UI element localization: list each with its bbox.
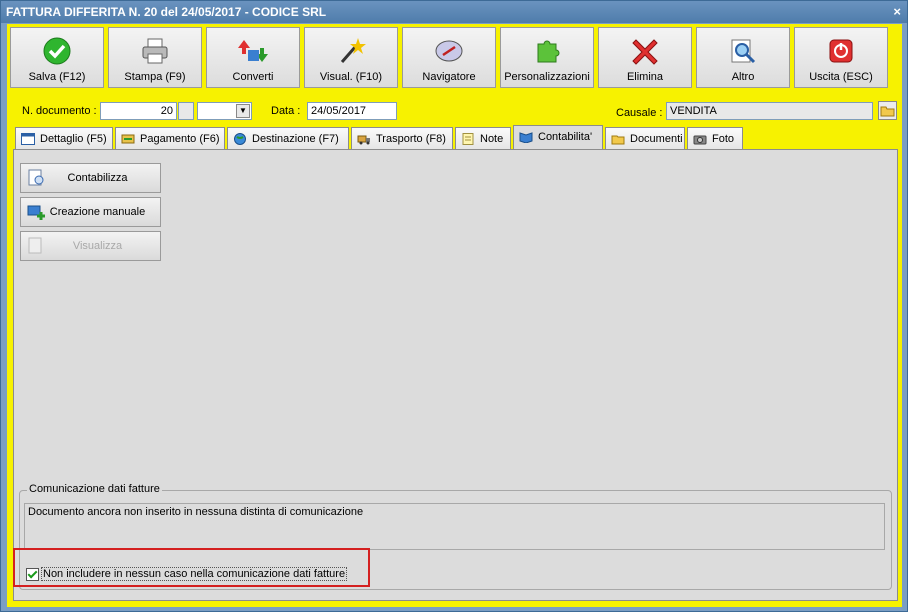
date-field[interactable]: 24/05/2017 (307, 102, 397, 120)
convert-icon (238, 40, 268, 62)
tab-label: Note (480, 133, 504, 145)
customizations-button-label: Personalizzazioni (504, 71, 590, 83)
tab-note[interactable]: Note (455, 127, 511, 149)
tab-pagamento[interactable]: Pagamento (F6) (115, 127, 225, 149)
contabilizza-label: Contabilizza (67, 172, 128, 184)
highlight-box (13, 548, 370, 587)
tab-destinazione[interactable]: Destinazione (F7) (227, 127, 349, 149)
tab-dettaglio[interactable]: Dettaglio (F5) (15, 127, 113, 149)
visual-button-label: Visual. (F10) (319, 71, 383, 83)
camera-icon (693, 135, 707, 145)
print-button[interactable]: Stampa (F9) (108, 27, 202, 88)
delete-button-label: Elimina (626, 71, 664, 83)
globe-icon (234, 133, 246, 145)
causale-label: Causale : (616, 107, 663, 119)
exit-button-label: Uscita (ESC) (809, 71, 873, 83)
toolbar: Salva (F12) Stampa (F9) Converti Visual.… (10, 27, 897, 89)
truck-icon (357, 135, 370, 145)
exit-icon (829, 39, 853, 63)
magic-wand-icon (340, 38, 366, 63)
check-icon (43, 37, 71, 65)
doc-number-button[interactable] (178, 102, 194, 120)
creazione-manuale-label: Creazione manuale (49, 206, 146, 218)
tab-label: Pagamento (F6) (140, 133, 220, 145)
print-button-label: Stampa (F9) (124, 71, 186, 83)
navigator-button[interactable]: Navigatore (402, 27, 496, 88)
contabilizza-button[interactable]: Contabilizza (20, 163, 161, 193)
tab-bar: Dettaglio (F5) Pagamento (F6) Destinazio… (15, 125, 895, 149)
other-button[interactable]: Altro (696, 27, 790, 88)
comunicazione-group-title: Comunicazione dati fatture (27, 483, 162, 495)
note-icon (462, 133, 474, 145)
tab-contabilita[interactable]: Contabilita' (513, 125, 603, 149)
other-button-label: Altro (731, 71, 755, 83)
accounting-doc-icon (28, 169, 44, 186)
save-button[interactable]: Salva (F12) (10, 27, 104, 88)
tab-trasporto[interactable]: Trasporto (F8) (351, 127, 453, 149)
exit-button[interactable]: Uscita (ESC) (794, 27, 888, 88)
navigator-button-label: Navigatore (422, 71, 476, 83)
tab-label: Destinazione (F7) (252, 133, 339, 145)
convert-button-label: Converti (232, 71, 274, 83)
folder-icon[interactable] (878, 101, 897, 120)
window-icon (21, 133, 35, 145)
form-area: Salva (F12) Stampa (F9) Converti Visual.… (7, 24, 902, 607)
header-fields: N. documento : 20 ▼ Data : 24/05/2017 Ca… (7, 101, 902, 123)
payment-icon (121, 134, 135, 144)
folder-doc-icon (611, 135, 625, 145)
comunicazione-status-text: Documento ancora non inserito in nessuna… (28, 506, 364, 518)
contabilita-panel: Contabilizza Creazione manuale Visualizz… (13, 149, 898, 601)
visual-button[interactable]: Visual. (F10) (304, 27, 398, 88)
delete-x-icon (632, 39, 658, 65)
add-entry-icon (27, 205, 45, 220)
puzzle-icon (537, 40, 560, 63)
book-icon (519, 132, 533, 143)
delete-button[interactable]: Elimina (598, 27, 692, 88)
tab-label: Foto (712, 133, 735, 145)
close-icon[interactable]: × (893, 1, 901, 23)
causale-field[interactable]: VENDITA (666, 102, 873, 120)
save-button-label: Salva (F12) (28, 71, 86, 83)
view-doc-icon (28, 237, 42, 254)
tab-label: Trasporto (F8) (376, 133, 446, 145)
visualizza-label: Visualizza (72, 240, 123, 252)
compass-icon (435, 40, 463, 62)
doc-number-label: N. documento : (22, 105, 97, 117)
tab-label: Dettaglio (F5) (40, 133, 107, 145)
search-doc-icon (731, 39, 756, 64)
invoice-window: FATTURA DIFFERITA N. 20 del 24/05/2017 -… (0, 0, 908, 612)
tab-foto[interactable]: Foto (687, 127, 743, 149)
date-label: Data : (271, 105, 301, 117)
printer-icon (142, 38, 168, 64)
tab-label: Contabilita' (538, 131, 593, 143)
title-bar: FATTURA DIFFERITA N. 20 del 24/05/2017 -… (1, 1, 907, 23)
comunicazione-status-box: Documento ancora non inserito in nessuna… (24, 503, 885, 550)
chevron-down-icon[interactable]: ▼ (236, 104, 250, 118)
tab-label: Documenti (630, 133, 683, 145)
tab-documenti[interactable]: Documenti (605, 127, 685, 149)
series-select[interactable]: ▼ (197, 102, 252, 120)
creazione-manuale-button[interactable]: Creazione manuale (20, 197, 161, 227)
convert-button[interactable]: Converti (206, 27, 300, 88)
customizations-button[interactable]: Personalizzazioni (500, 27, 594, 88)
visualizza-button[interactable]: Visualizza (20, 231, 161, 261)
doc-number-field[interactable]: 20 (100, 102, 177, 120)
window-title: FATTURA DIFFERITA N. 20 del 24/05/2017 -… (6, 5, 327, 19)
